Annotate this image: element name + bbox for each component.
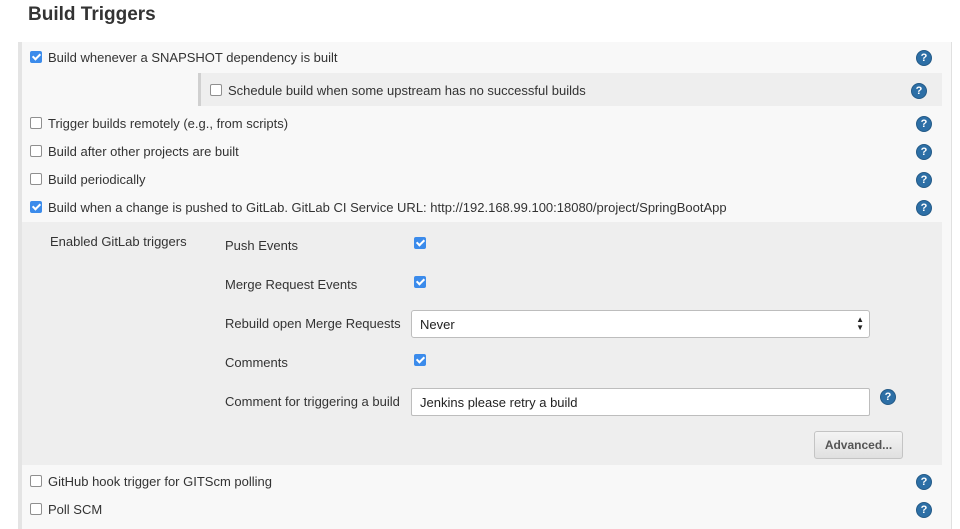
help-icon[interactable]: ?	[916, 116, 932, 132]
rebuild-merge-requests-label: Rebuild open Merge Requests	[225, 316, 401, 331]
help-icon[interactable]: ?	[916, 502, 932, 518]
trigger-snapshot-dependency[interactable]: Build whenever a SNAPSHOT dependency is …	[30, 47, 338, 67]
help-icon[interactable]: ?	[916, 200, 932, 216]
trigger-gitlab-push[interactable]: Build when a change is pushed to GitLab.…	[30, 197, 727, 217]
trigger-gitlab-checkbox[interactable]	[30, 201, 42, 213]
comment-trigger-label: Comment for triggering a build	[225, 394, 400, 409]
trigger-periodically[interactable]: Build periodically	[30, 169, 146, 189]
advanced-button[interactable]: Advanced...	[814, 431, 903, 459]
trigger-snapshot-checkbox[interactable]	[30, 51, 42, 63]
trigger-gitlab-label: Build when a change is pushed to GitLab.…	[48, 199, 727, 215]
schedule-upstream-checkbox[interactable]	[210, 84, 222, 96]
merge-request-events-label: Merge Request Events	[225, 277, 358, 292]
trigger-github-hook[interactable]: GitHub hook trigger for GITScm polling	[30, 471, 272, 491]
trigger-github-label: GitHub hook trigger for GITScm polling	[48, 473, 272, 489]
merge-request-events-checkbox[interactable]	[414, 276, 426, 288]
help-icon[interactable]: ?	[916, 50, 932, 66]
enabled-gitlab-triggers-label: Enabled GitLab triggers	[50, 234, 187, 249]
comment-trigger-value: Jenkins please retry a build	[420, 394, 578, 410]
schedule-upstream-option[interactable]: Schedule build when some upstream has no…	[210, 80, 586, 100]
section-title: Build Triggers	[28, 4, 156, 25]
trigger-github-checkbox[interactable]	[30, 475, 42, 487]
trigger-remote-checkbox[interactable]	[30, 117, 42, 129]
trigger-poll-scm[interactable]: Poll SCM	[30, 499, 102, 519]
push-events-checkbox[interactable]	[414, 237, 426, 249]
trigger-poll-scm-checkbox[interactable]	[30, 503, 42, 515]
trigger-periodically-checkbox[interactable]	[30, 173, 42, 185]
trigger-snapshot-label: Build whenever a SNAPSHOT dependency is …	[48, 49, 338, 65]
comments-checkbox[interactable]	[414, 354, 426, 366]
schedule-upstream-label: Schedule build when some upstream has no…	[228, 82, 586, 98]
trigger-remote-label: Trigger builds remotely (e.g., from scri…	[48, 115, 289, 131]
help-icon[interactable]: ?	[916, 474, 932, 490]
gitlab-trigger-config	[22, 222, 942, 465]
trigger-poll-scm-label: Poll SCM	[48, 501, 103, 517]
help-icon[interactable]: ?	[911, 83, 927, 99]
rebuild-merge-requests-select[interactable]: Never ▲ ▼	[411, 310, 870, 338]
comments-label: Comments	[225, 355, 288, 370]
help-icon[interactable]: ?	[880, 389, 896, 405]
trigger-periodically-label: Build periodically	[48, 171, 146, 187]
select-arrows-icon: ▲ ▼	[856, 315, 864, 332]
help-icon[interactable]: ?	[916, 144, 932, 160]
rebuild-select-value: Never	[420, 316, 455, 332]
push-events-label: Push Events	[225, 238, 298, 253]
trigger-after-other-label: Build after other projects are built	[48, 143, 239, 159]
trigger-after-other-checkbox[interactable]	[30, 145, 42, 157]
comment-trigger-input[interactable]: Jenkins please retry a build	[411, 388, 870, 416]
help-icon[interactable]: ?	[916, 172, 932, 188]
trigger-after-other-projects[interactable]: Build after other projects are built	[30, 141, 239, 161]
trigger-remote[interactable]: Trigger builds remotely (e.g., from scri…	[30, 113, 288, 133]
